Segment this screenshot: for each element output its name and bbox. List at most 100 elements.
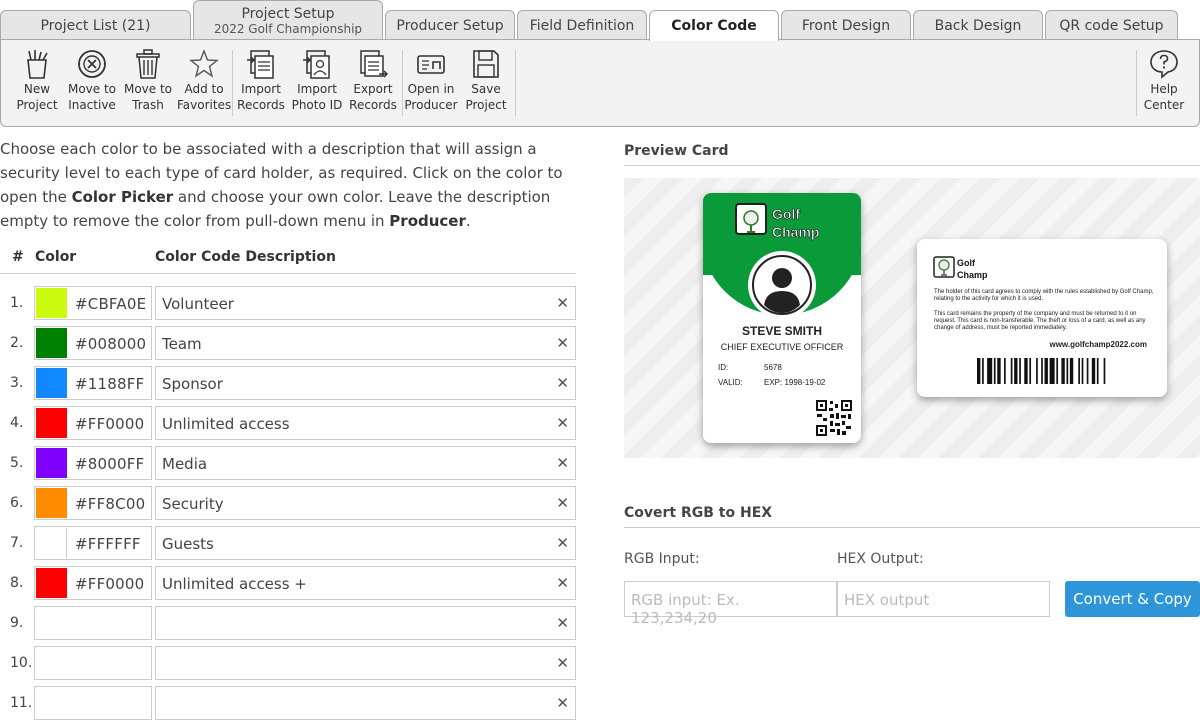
row-number: 2. <box>10 335 24 351</box>
description-input[interactable]: ✕ <box>155 686 576 720</box>
logo-line2: Champ <box>772 224 819 240</box>
color-field[interactable]: #008000 <box>34 326 152 360</box>
hex-value: #FF8C00 <box>75 495 146 513</box>
tab-project-list[interactable]: Project List (21) <box>0 10 191 40</box>
color-field[interactable]: #CBFA0E <box>34 286 152 320</box>
card-holder-title: CHIEF EXECUTIVE OFFICER <box>720 342 844 352</box>
color-row: 1. #CBFA0E Volunteer ✕ <box>0 286 576 322</box>
color-field[interactable]: #8000FF <box>34 446 152 480</box>
help-icon <box>1150 50 1178 79</box>
description-input[interactable]: Volunteer ✕ <box>155 286 576 320</box>
tab-front-design[interactable]: Front Design <box>781 10 911 40</box>
help-center-button[interactable]: Help Center <box>1137 48 1191 113</box>
move-to-inactive-button[interactable]: Move to Inactive <box>65 48 119 113</box>
tab-field-definition[interactable]: Field Definition <box>517 10 647 40</box>
tool-label: Photo ID <box>291 98 343 112</box>
toolbar: New Project Move to Inactive Move to Trash … <box>0 39 1200 127</box>
color-swatch[interactable] <box>36 448 67 478</box>
clear-icon[interactable]: ✕ <box>556 454 569 472</box>
color-row: 7. #FFFFFF Guests ✕ <box>0 526 576 562</box>
description-input[interactable]: ✕ <box>155 606 576 640</box>
row-number: 8. <box>10 575 24 591</box>
description-input[interactable]: Media ✕ <box>155 446 576 480</box>
color-field[interactable] <box>34 646 152 680</box>
convert-copy-button[interactable]: Convert & Copy <box>1065 581 1200 617</box>
description-input[interactable]: Unlimited access + ✕ <box>155 566 576 600</box>
valid-label: VALID: <box>718 378 743 387</box>
tool-label: Import <box>297 82 337 96</box>
card-back-terms: The holder of this card agrees to comply… <box>934 289 1154 302</box>
import-records-button[interactable]: Import Records <box>234 48 288 113</box>
tool-label: Move to <box>123 82 173 96</box>
color-row: 4. #FF0000 Unlimited access ✕ <box>0 406 576 442</box>
color-field[interactable]: #FFFFFF <box>34 526 152 560</box>
tab-project-setup[interactable]: Project Setup 2022 Golf Championship <box>193 0 383 40</box>
back-logo-line1: Golf <box>957 258 976 268</box>
clear-icon[interactable]: ✕ <box>556 494 569 512</box>
description-input[interactable]: Guests ✕ <box>155 526 576 560</box>
color-field[interactable]: #FF0000 <box>34 406 152 440</box>
export-records-button[interactable]: Export Records <box>346 48 400 113</box>
clear-icon[interactable]: ✕ <box>556 694 569 712</box>
barcode-bar <box>993 358 996 384</box>
color-field[interactable]: #FF8C00 <box>34 486 152 520</box>
color-swatch[interactable] <box>36 328 67 358</box>
rgb-input[interactable]: RGB input: Ex. 123,234,20 <box>624 581 837 627</box>
move-to-trash-button[interactable]: Move to Trash <box>121 48 175 113</box>
clear-icon[interactable]: ✕ <box>556 654 569 672</box>
clear-icon[interactable]: ✕ <box>556 294 569 312</box>
tab-producer-setup[interactable]: Producer Setup <box>385 10 515 40</box>
card-holder-name: STEVE SMITH <box>741 324 822 338</box>
barcode-bar <box>1091 358 1096 384</box>
open-in-producer-button[interactable]: Open in Producer <box>404 48 458 113</box>
hex-value: #1188FF <box>75 375 145 393</box>
barcode-bar <box>997 358 1001 384</box>
color-swatch[interactable] <box>36 368 67 398</box>
header-color: Color <box>35 249 77 265</box>
color-swatch[interactable] <box>36 408 67 438</box>
barcode-bar <box>1103 358 1106 384</box>
description-text: Security <box>162 495 224 513</box>
instructions-text: Choose each color to be associated with … <box>0 137 580 233</box>
color-swatch[interactable] <box>36 528 67 558</box>
import-photo-id-button[interactable]: Import Photo ID <box>290 48 344 113</box>
color-field[interactable]: #FF0000 <box>34 566 152 600</box>
color-field[interactable] <box>34 606 152 640</box>
save-project-button[interactable]: Save Project <box>459 48 513 113</box>
tab-label: Color Code <box>671 18 757 34</box>
row-number: 11. <box>10 695 33 711</box>
tab-qr-code-setup[interactable]: QR code Setup <box>1045 10 1178 40</box>
tool-label: Add to <box>184 82 224 96</box>
tab-color-code[interactable]: Color Code <box>649 10 779 41</box>
description-input[interactable]: Security ✕ <box>155 486 576 520</box>
new-project-button[interactable]: New Project <box>10 48 64 113</box>
description-input[interactable]: ✕ <box>155 646 576 680</box>
clear-icon[interactable]: ✕ <box>556 534 569 552</box>
row-number: 9. <box>10 615 24 631</box>
add-to-favorites-button[interactable]: Add to Favorites <box>177 48 231 113</box>
description-input[interactable]: Team ✕ <box>155 326 576 360</box>
color-swatch[interactable] <box>36 288 67 318</box>
description-input[interactable]: Unlimited access ✕ <box>155 406 576 440</box>
description-text: Volunteer <box>162 295 234 313</box>
color-field[interactable]: #1188FF <box>34 366 152 400</box>
description-text: Team <box>162 335 202 353</box>
clear-icon[interactable]: ✕ <box>556 414 569 432</box>
import-photo-icon <box>303 50 330 79</box>
tool-label: Inactive <box>68 98 116 112</box>
color-field[interactable] <box>34 686 152 720</box>
color-swatch[interactable] <box>36 568 67 598</box>
clear-icon[interactable]: ✕ <box>556 574 569 592</box>
clear-icon[interactable]: ✕ <box>556 614 569 632</box>
tab-back-design[interactable]: Back Design <box>913 10 1043 40</box>
color-swatch[interactable] <box>36 488 67 518</box>
barcode-bar <box>1044 358 1048 384</box>
description-input[interactable]: Sponsor ✕ <box>155 366 576 400</box>
tab-label: Field Definition <box>529 17 635 34</box>
hex-output[interactable]: HEX output <box>837 581 1050 617</box>
clear-icon[interactable]: ✕ <box>556 374 569 392</box>
clear-icon[interactable]: ✕ <box>556 334 569 352</box>
converter-heading: Covert RGB to HEX <box>624 505 1200 528</box>
barcode-bar <box>1024 358 1028 384</box>
row-number: 4. <box>10 415 24 431</box>
